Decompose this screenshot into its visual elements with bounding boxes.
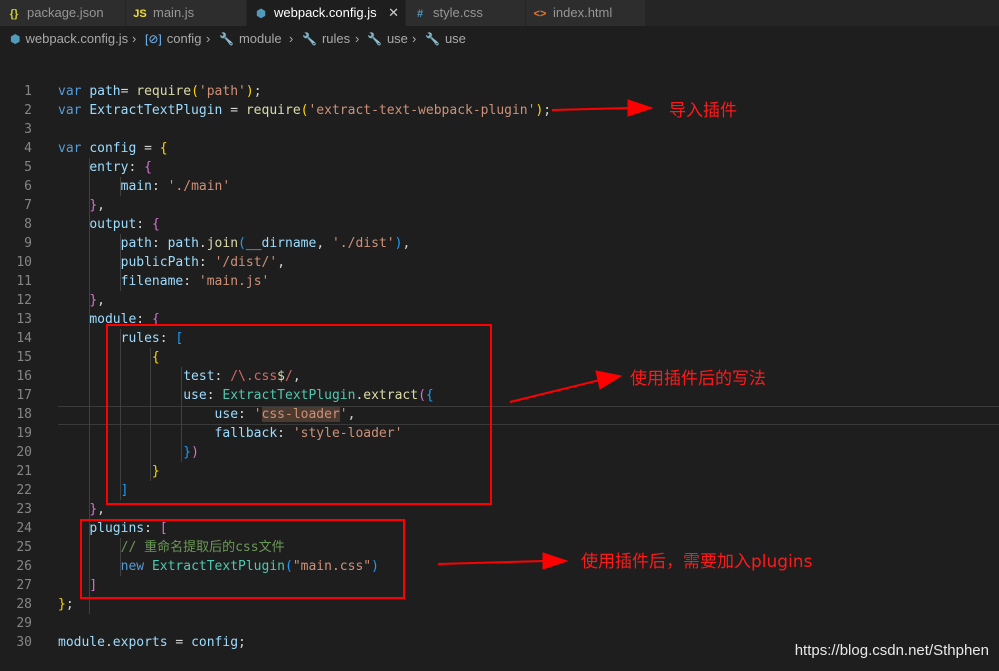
annotation-arrows <box>437 99 654 570</box>
arrow-head <box>542 552 569 570</box>
arrow-head <box>627 99 654 117</box>
watermark: https://blog.csdn.net/Sthphen <box>794 642 989 659</box>
annotation-usage-after-plugin: 使用插件后的写法 <box>630 369 766 389</box>
annotation-import-plugin: 导入插件 <box>669 101 737 121</box>
arrow-plugins <box>437 560 546 565</box>
arrow-head <box>595 370 623 390</box>
arrow-usage <box>509 379 601 403</box>
arrow-import-plugin <box>551 107 631 111</box>
annotation-add-plugins: 使用插件后，需要加入plugins <box>581 552 813 572</box>
